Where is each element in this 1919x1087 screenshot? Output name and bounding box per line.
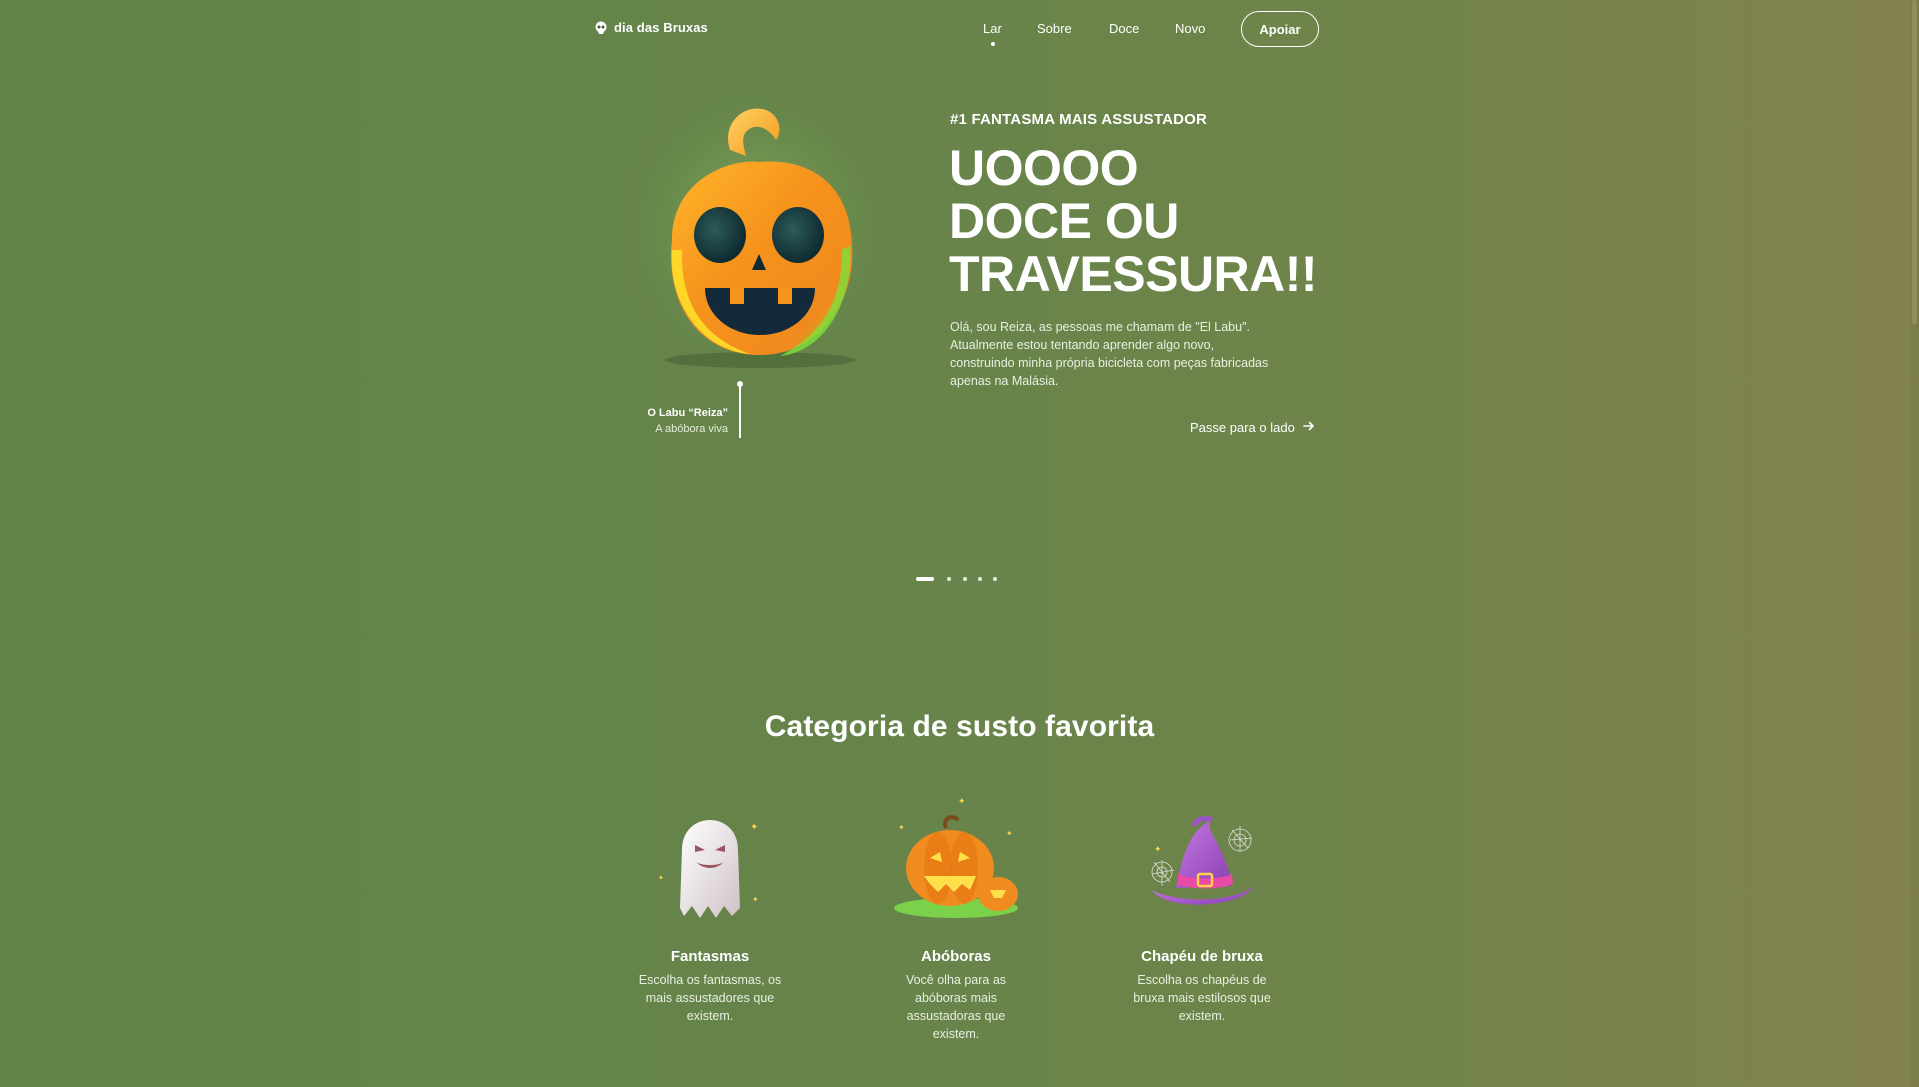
witch-hat-icon: ✦	[1132, 790, 1272, 930]
category-title: Fantasmas	[670, 948, 750, 965]
category-title: Chapéu de bruxa	[1141, 948, 1263, 965]
caption-subtitle: A abóbora viva	[655, 423, 728, 435]
pagination-dot[interactable]	[947, 577, 951, 581]
headline-line-3: TRAVESSURA!!	[949, 246, 1318, 302]
category-title: Abóboras	[920, 948, 991, 965]
svg-text:✦: ✦	[958, 796, 966, 806]
ghost-icon: ✦ ✦ ✦	[640, 790, 780, 930]
scrollbar-thumb[interactable]	[1912, 0, 1917, 325]
svg-text:✦: ✦	[750, 822, 758, 833]
nav-item-doce[interactable]: Doce	[1109, 21, 1139, 36]
svg-text:✦: ✦	[658, 874, 664, 882]
brand-logo[interactable]: dia das Bruxas	[594, 20, 708, 35]
page-scrollbar[interactable]	[1910, 0, 1919, 1087]
category-description: Você olha para as abóboras mais assustad…	[905, 973, 1007, 1041]
pagination-dot[interactable]	[993, 577, 997, 581]
arrow-right-icon	[1302, 420, 1315, 435]
categories-title: Categoria de susto favorita	[764, 710, 1155, 743]
svg-text:✦: ✦	[1154, 844, 1162, 854]
category-card-pumpkins[interactable]: ✦ ✦ ✦ Abóboras Você olha para as abóbora…	[866, 790, 1046, 1043]
swipe-link[interactable]: Passe para o lado	[1190, 420, 1315, 435]
nav-item-novo[interactable]: Novo	[1175, 21, 1205, 36]
category-card-witch-hats[interactable]: ✦ Chapéu de bruxa Escolha os chapéus de …	[1112, 790, 1292, 1025]
nav-active-indicator	[991, 42, 995, 46]
brand-name: dia das Bruxas	[614, 20, 708, 35]
headline-line-1: UOOOO	[949, 140, 1139, 196]
skull-icon	[594, 21, 608, 35]
nav-item-sobre[interactable]: Sobre	[1037, 21, 1072, 36]
category-card-ghosts[interactable]: ✦ ✦ ✦ Fantasmas Escolha os fantasmas, os…	[620, 790, 800, 1025]
pumpkin-icon: ✦ ✦ ✦	[886, 790, 1026, 930]
hero-caption: O Labu “Reiza” A abóbora viva	[620, 405, 728, 437]
svg-text:✦: ✦	[1006, 829, 1013, 838]
category-description: Escolha os chapéus de bruxa mais estilos…	[1133, 973, 1271, 1023]
pagination-dot[interactable]	[978, 577, 982, 581]
caption-name: O Labu “Reiza”	[647, 407, 728, 419]
swipe-label: Passe para o lado	[1190, 420, 1295, 435]
nav-item-lar[interactable]: Lar	[983, 21, 1002, 36]
category-description: Escolha os fantasmas, os mais assustador…	[638, 973, 782, 1023]
hero-eyebrow: #1 FANTASMA MAIS ASSUSTADOR	[950, 111, 1208, 128]
pagination-active[interactable]	[916, 577, 934, 581]
pagination-dot[interactable]	[963, 577, 967, 581]
hero-headline: UOOOO DOCE OU TRAVESSURA!!	[949, 142, 1349, 301]
svg-text:✦: ✦	[898, 823, 905, 832]
caption-pointer-line	[739, 385, 741, 438]
hero-intro: Olá, sou Reiza, as pessoas me chamam de …	[950, 320, 1269, 388]
hero-pumpkin-illustration	[610, 70, 910, 380]
headline-line-2: DOCE OU	[949, 193, 1179, 249]
svg-text:✦: ✦	[752, 895, 759, 904]
support-button[interactable]: Apoiar	[1241, 11, 1319, 47]
